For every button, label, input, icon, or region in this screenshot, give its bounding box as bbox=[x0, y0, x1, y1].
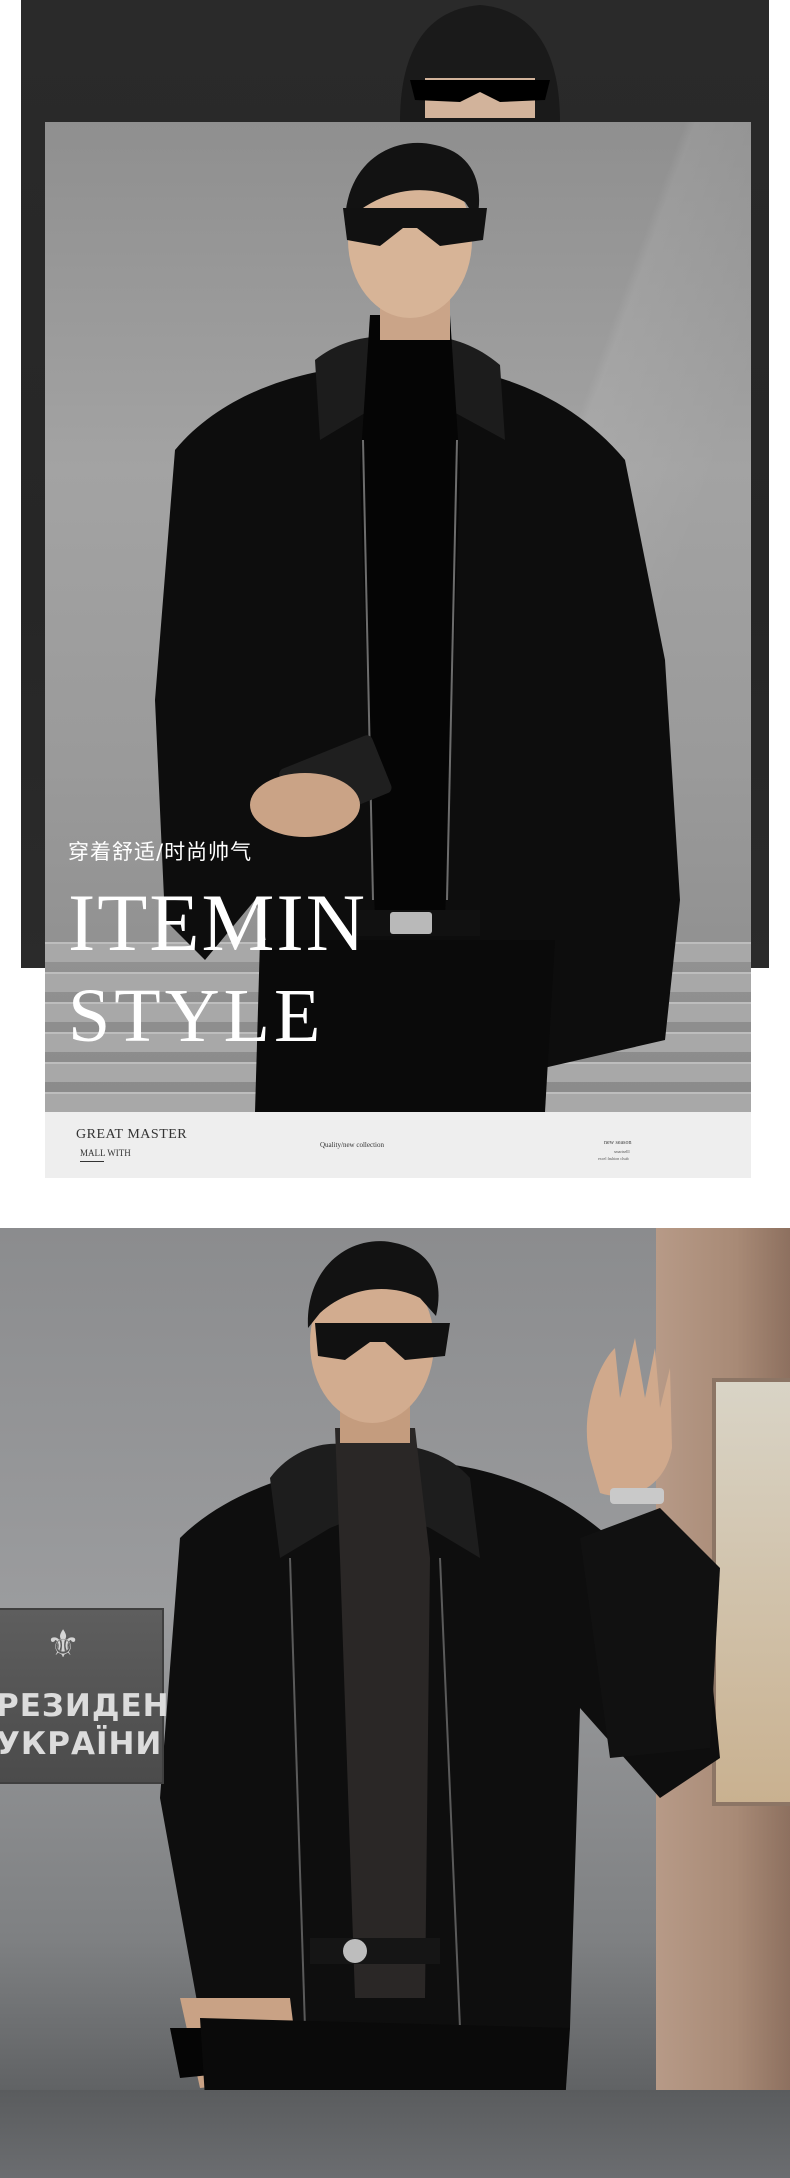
caption-center-text: Quality/new collection bbox=[320, 1141, 384, 1149]
hero-title-line-2: STYLE bbox=[68, 974, 325, 1058]
top-cropped-model-head bbox=[380, 0, 580, 122]
sign-text-line-2: УКРАЇНИ bbox=[0, 1726, 163, 1762]
caption-brand-line-1: GREAT MASTER bbox=[76, 1127, 188, 1142]
caption-bar bbox=[45, 1112, 751, 1178]
sign-text-line-1: РЕЗИДЕН bbox=[0, 1688, 170, 1724]
hero-subtitle: 穿着舒适/时尚帅气 bbox=[68, 840, 253, 864]
caption-brand-line-2: MALL WITH bbox=[80, 1148, 131, 1158]
caption-right-line-2: smartselll bbox=[614, 1149, 630, 1154]
trident-emblem-icon: ⚜ bbox=[46, 1622, 81, 1666]
model-photo-2 bbox=[140, 1238, 740, 2178]
caption-right-line-1: new season bbox=[604, 1140, 632, 1146]
pavement bbox=[0, 2090, 790, 2178]
caption-divider bbox=[80, 1161, 104, 1162]
caption-right-line-3: excel fashion clsub bbox=[598, 1156, 629, 1161]
hero-title-line-1: ITEMIN bbox=[68, 877, 367, 968]
